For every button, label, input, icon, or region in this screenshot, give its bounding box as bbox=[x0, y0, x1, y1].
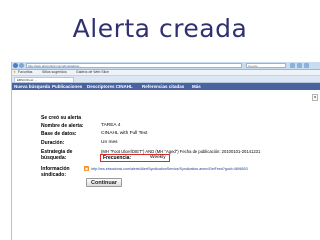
address-bar: http://web.ebscohost.com/ehost/alerts/..… bbox=[12, 62, 320, 70]
menu-item-publications[interactable]: Publicaciones bbox=[52, 83, 82, 90]
frequency-value: Weekly bbox=[150, 155, 166, 160]
frequency-label: Frecuencia: bbox=[103, 155, 132, 161]
menu-item-new-search[interactable]: Nueva búsqueda bbox=[14, 83, 50, 90]
back-icon[interactable] bbox=[13, 63, 18, 68]
alert-name-label: Nombre de alerta: bbox=[41, 123, 84, 129]
favorites-icon[interactable] bbox=[297, 63, 302, 68]
duration-label: Duración: bbox=[41, 140, 65, 146]
tab-bar: EBSCOhost: ... bbox=[12, 76, 320, 83]
browser-screenshot: http://web.ebscohost.com/ehost/alerts/..… bbox=[11, 62, 320, 240]
url-field[interactable]: http://web.ebscohost.com/ehost/alerts/..… bbox=[26, 63, 242, 68]
menu-item-cited-references[interactable]: Referencias citadas bbox=[142, 83, 184, 90]
home-icon[interactable] bbox=[290, 63, 295, 68]
continue-button[interactable]: Continuar bbox=[86, 178, 122, 187]
star-icon: ★ bbox=[13, 70, 17, 74]
favorites-item[interactable]: Sitios sugeridos bbox=[42, 70, 67, 75]
alert-name-value: TAREA 4 bbox=[101, 123, 121, 128]
browser-tab[interactable]: EBSCOhost: ... bbox=[14, 77, 74, 82]
ebsco-menu-bar: Nueva búsqueda Publicaciones Descriptore… bbox=[12, 83, 320, 90]
database-label: Base de datos: bbox=[41, 131, 77, 137]
search-field[interactable]: Google bbox=[246, 63, 286, 68]
search-strategy-label: Estrategia de búsqueda: bbox=[41, 149, 73, 161]
favorites-label[interactable]: Favoritos bbox=[18, 70, 32, 75]
rss-icon[interactable]: ◉ bbox=[84, 166, 89, 171]
slide-title: Alerta creada bbox=[72, 14, 248, 43]
alert-created-heading: Se creó su alerta bbox=[41, 115, 82, 121]
syndication-url[interactable]: http://rss.ebscohost.com/alerts/AlertSyn… bbox=[91, 166, 248, 172]
menu-item-more[interactable]: Más bbox=[192, 83, 201, 90]
image-placeholder-icon bbox=[312, 94, 318, 101]
forward-icon[interactable] bbox=[19, 63, 24, 68]
duration-value: Un mes bbox=[101, 140, 118, 145]
menu-item-cinahl-headings[interactable]: Descriptores CINAHL bbox=[87, 83, 133, 90]
database-value: CINAHL with Full Text bbox=[101, 131, 148, 136]
gear-icon[interactable] bbox=[304, 63, 309, 68]
favorites-item[interactable]: Galería de Web Slice bbox=[76, 70, 109, 75]
